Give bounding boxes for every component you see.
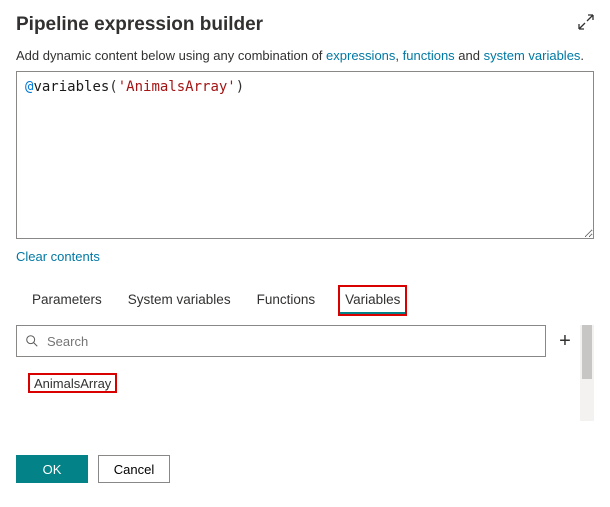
link-expressions[interactable]: expressions: [326, 48, 395, 63]
clear-contents-link[interactable]: Clear contents: [16, 249, 100, 264]
tab-parameters[interactable]: Parameters: [30, 286, 104, 315]
link-functions[interactable]: functions: [403, 48, 455, 63]
search-icon: [25, 334, 39, 348]
tab-system-variables[interactable]: System variables: [126, 286, 233, 315]
search-box[interactable]: [16, 325, 546, 357]
page-title: Pipeline expression builder: [16, 14, 263, 36]
link-system-variables[interactable]: system variables: [484, 48, 581, 63]
hint-text: Add dynamic content below using any comb…: [16, 46, 594, 63]
add-button[interactable]: +: [554, 330, 576, 352]
expand-icon[interactable]: [578, 14, 594, 33]
expression-editor[interactable]: @variables('AnimalsArray'): [16, 71, 594, 239]
ok-button[interactable]: OK: [16, 455, 88, 483]
scrollbar[interactable]: [580, 325, 594, 421]
scroll-thumb[interactable]: [582, 325, 592, 379]
search-input[interactable]: [45, 333, 537, 350]
tab-variables[interactable]: Variables: [339, 286, 406, 315]
tabs: Parameters System variables Functions Va…: [16, 286, 594, 315]
cancel-button[interactable]: Cancel: [98, 455, 170, 483]
tab-functions[interactable]: Functions: [255, 286, 318, 315]
variables-list: AnimalsArray: [16, 375, 576, 391]
variable-item[interactable]: AnimalsArray: [30, 375, 115, 391]
